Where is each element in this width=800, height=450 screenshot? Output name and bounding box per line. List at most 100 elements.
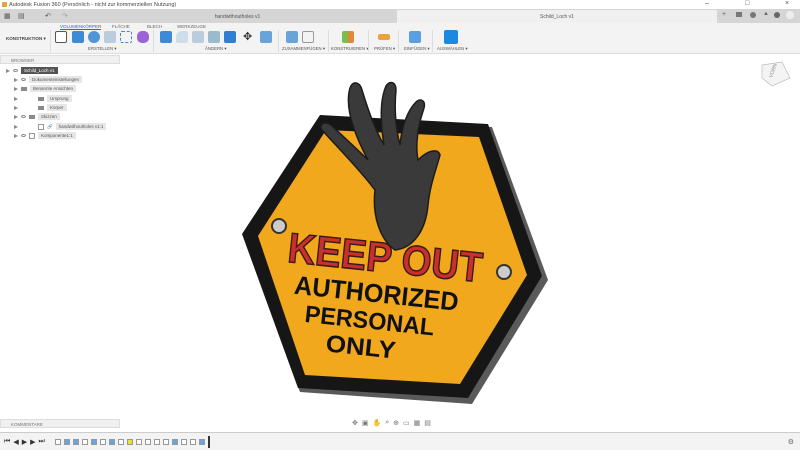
undo-icon[interactable]: ↶ [45,12,51,20]
next-step-icon[interactable]: ▶ [30,438,35,446]
combine-icon[interactable] [224,31,236,43]
timeline-feature[interactable] [81,438,88,445]
zoom-icon[interactable]: ⌕ [385,419,389,427]
press-pull-icon[interactable] [160,31,172,43]
expand-icon[interactable] [14,124,18,129]
close-button[interactable]: × [785,0,789,7]
move-icon[interactable]: ✥ [243,30,252,43]
tab-werkzeuge[interactable]: WERKZEUGE [177,24,206,29]
doc-tab-hand[interactable]: handwithoutholes v1 [80,10,395,23]
fit-icon[interactable]: ⊕ [393,419,399,427]
timeline-feature[interactable] [117,438,124,445]
extrude-icon[interactable] [72,31,84,43]
tab-flaeche[interactable]: FLÄCHE [112,24,130,29]
tree-item[interactable]: Ursprung [14,94,72,103]
tree-item[interactable]: Benannte Ansichten [14,84,77,93]
doc-tab-schild[interactable]: Schild_Loch v1 [397,10,717,23]
expand-icon[interactable] [14,77,18,82]
first-step-icon[interactable]: ⏮ [4,438,10,446]
timeline-settings-icon[interactable]: ⚙ [788,438,794,446]
display-settings-icon[interactable]: ▭ [403,419,410,427]
eye-icon[interactable] [13,69,18,72]
new-tab-icon[interactable]: + [722,11,726,18]
viewcube[interactable]: VORN [761,61,791,87]
group-auswaehlen[interactable]: AUSWÄHLEN ▾ [437,46,468,52]
online-icon[interactable] [750,12,756,18]
minimize-button[interactable]: – [705,0,709,7]
look-at-icon[interactable]: ▣ [362,419,369,427]
expand-icon[interactable] [14,114,18,119]
orbit-icon[interactable]: ✥ [352,419,358,427]
eye-icon[interactable] [21,134,26,137]
timeline-feature[interactable] [198,438,205,445]
pattern-icon[interactable] [120,31,132,43]
viewports-icon[interactable]: ▤ [424,419,431,427]
workspace-selector[interactable]: KONSTRUKTION ▾ [6,36,46,42]
new-component-icon[interactable] [286,31,298,43]
select-icon[interactable] [444,30,458,44]
chamfer-icon[interactable] [192,31,204,43]
user-avatar[interactable] [786,11,794,19]
timeline-feature[interactable] [153,438,160,445]
group-erstellen[interactable]: ERSTELLEN ▾ [88,46,116,52]
grid-menu-icon[interactable]: ▦ [4,12,11,20]
timeline-marker[interactable] [207,435,210,448]
timeline-feature[interactable] [108,438,115,445]
timeline-feature[interactable] [144,438,151,445]
group-einfuegen[interactable]: EINFÜGEN ▾ [404,46,430,52]
redo-icon[interactable]: ↷ [62,12,68,20]
expand-icon[interactable] [6,68,10,73]
group-konstruieren[interactable]: KONSTRUIEREN ▾ [331,46,369,52]
play-icon[interactable]: ▶ [22,438,27,446]
tree-item[interactable]: Körper [14,103,67,112]
tree-item[interactable]: 🔗 handwithoutholes v1:1 [14,122,107,131]
file-icon[interactable]: ▤ [18,12,25,20]
timeline-feature[interactable] [72,438,79,445]
joint-icon[interactable] [302,31,314,43]
last-step-icon[interactable]: ⏭ [38,438,44,446]
grid-settings-icon[interactable]: ▦ [414,419,421,427]
maximize-button[interactable]: □ [745,0,749,7]
timeline-feature[interactable] [90,438,97,445]
expand-icon[interactable] [14,86,18,91]
timeline-feature[interactable] [180,438,187,445]
comments-panel-header[interactable]: KOMMENTARE [0,419,120,428]
expand-icon[interactable] [14,105,18,110]
group-zusammenfuegen[interactable]: ZUSAMMENFÜGEN ▾ [282,46,325,52]
expand-icon[interactable] [14,96,18,101]
offset-plane-icon[interactable] [342,31,354,43]
new-sketch-icon[interactable] [55,31,67,43]
help-icon[interactable] [774,12,780,18]
timeline-feature[interactable] [54,438,61,445]
hole-icon[interactable] [104,31,116,43]
tree-item[interactable]: Komponente1:1 [14,131,76,140]
tree-item[interactable]: Dokumenteinstellungen [14,75,83,84]
tab-blech[interactable]: BLECH [147,24,162,29]
timeline-feature[interactable] [135,438,142,445]
previous-step-icon[interactable]: ◀ [13,438,18,446]
shell-icon[interactable] [208,31,220,43]
tab-volumenkoerper[interactable]: VOLUMENKÖRPER [60,24,102,30]
tree-item[interactable]: Skizzen [14,112,60,121]
expand-icon[interactable] [14,133,18,138]
browser-root[interactable]: Schild_Loch v1 [6,66,58,75]
timeline-feature[interactable] [162,438,169,445]
split-body-icon[interactable] [260,31,272,43]
group-pruefen[interactable]: PRÜFEN ▾ [374,46,395,52]
notification-icon[interactable]: ▲ [763,11,769,17]
model-view[interactable]: KEEP OUT AUTHORIZED PERSONAL ONLY VORN [0,55,800,420]
job-status-icon[interactable] [736,12,742,17]
timeline-feature[interactable] [63,438,70,445]
timeline-feature[interactable] [99,438,106,445]
insert-image-icon[interactable] [409,31,421,43]
browser-panel-header[interactable]: BROWSER [0,55,120,64]
timeline-feature[interactable] [189,438,196,445]
eye-icon[interactable] [21,115,26,118]
measure-icon[interactable] [378,34,390,40]
timeline-feature[interactable] [126,438,133,445]
group-aendern[interactable]: ÄNDERN ▾ [205,46,227,52]
revolve-icon[interactable] [88,31,100,43]
pan-icon[interactable]: ✋ [373,419,382,427]
create-form-icon[interactable] [137,31,149,43]
timeline-feature[interactable] [171,438,178,445]
